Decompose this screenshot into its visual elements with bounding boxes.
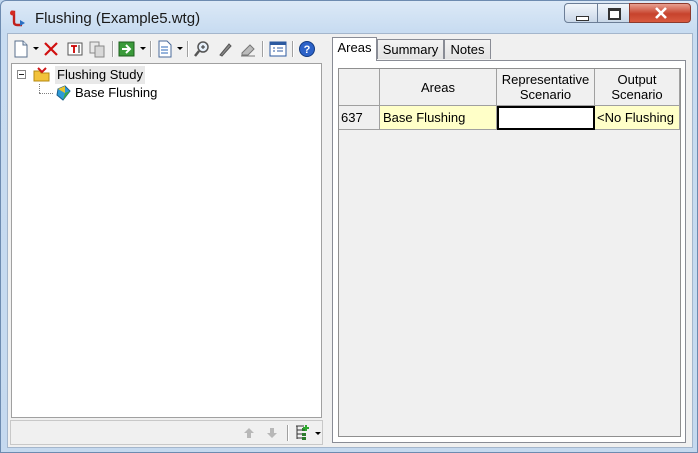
compute-icon[interactable] [118, 40, 136, 58]
cell-area-name[interactable]: Base Flushing [380, 106, 497, 130]
toolbar-separator [187, 41, 189, 57]
maximize-icon [608, 8, 621, 20]
tab-notes[interactable]: Notes [444, 39, 491, 59]
zoom-icon[interactable] [193, 40, 211, 58]
tree-connector [39, 84, 40, 93]
duplicate-icon[interactable] [88, 40, 106, 58]
help-icon[interactable]: ? [298, 40, 316, 58]
representative-scenario-cell[interactable] [497, 106, 595, 130]
tree-bottom-bar [10, 420, 323, 445]
close-button[interactable] [629, 3, 691, 23]
move-up-icon[interactable] [243, 427, 255, 439]
right-panel: Areas Summary Notes Areas Representative… [330, 36, 690, 445]
scenario-icon [56, 85, 71, 101]
new-icon[interactable] [12, 40, 30, 58]
toolbar-separator [150, 41, 152, 57]
move-down-icon[interactable] [266, 427, 278, 439]
flushing-app-icon [10, 10, 25, 27]
tree-toolbar: ? [10, 36, 323, 62]
erase-icon[interactable] [239, 40, 257, 58]
title-bar[interactable]: Flushing (Example5.wtg) [1, 1, 697, 35]
rename-icon[interactable] [66, 40, 84, 58]
compute-dropdown-arrow[interactable] [140, 47, 146, 50]
svg-text:?: ? [304, 44, 311, 56]
left-panel: ? Flushing Study Base Flushing [10, 36, 323, 445]
tab-areas[interactable]: Areas [332, 37, 377, 61]
toolbar-separator [292, 41, 294, 57]
column-header-output-scenario[interactable]: Output Scenario [595, 69, 680, 106]
tree-options-icon[interactable] [294, 424, 312, 442]
client-area: ? Flushing Study Base Flushing Areas Sum… [7, 33, 693, 448]
report-icon[interactable] [156, 40, 174, 58]
flushing-tree[interactable]: Flushing Study Base Flushing [11, 63, 322, 418]
delete-icon[interactable] [42, 40, 60, 58]
toolbar-separator [112, 41, 114, 57]
edit-icon[interactable] [216, 40, 234, 58]
study-folder-icon [33, 67, 50, 82]
row-header-id[interactable]: 637 [339, 106, 380, 130]
toolbar-separator [262, 41, 264, 57]
minimize-button[interactable] [564, 3, 598, 23]
column-header-representative-scenario[interactable]: Representative Scenario [497, 69, 595, 106]
tree-item-label: Flushing Study [55, 66, 145, 84]
tree-item-base-flushing[interactable]: Base Flushing [56, 84, 186, 102]
output-scenario-cell[interactable]: <No Flushing [595, 106, 680, 130]
window-title: Flushing (Example5.wtg) [35, 10, 201, 27]
areas-tab-panel: Areas Representative Scenario Output Sce… [332, 60, 686, 443]
tree-item-label: Base Flushing [75, 85, 158, 100]
tree-connector [39, 93, 53, 94]
tree-item-flushing-study[interactable]: Flushing Study [17, 66, 157, 84]
tree-expander[interactable] [17, 70, 26, 79]
new-dropdown-arrow[interactable] [33, 47, 39, 50]
panel-splitter[interactable] [325, 36, 329, 445]
areas-grid[interactable]: Areas Representative Scenario Output Sce… [338, 68, 681, 437]
column-header-areas[interactable]: Areas [380, 69, 497, 106]
properties-icon[interactable] [269, 40, 287, 58]
maximize-button[interactable] [597, 3, 630, 23]
report-dropdown-arrow[interactable] [177, 47, 183, 50]
tree-options-dropdown-arrow[interactable] [315, 432, 321, 435]
flushing-window: Flushing (Example5.wtg) ? Flushing Study… [0, 0, 698, 453]
toolbar-separator [287, 425, 289, 441]
minimize-icon [576, 16, 589, 21]
tab-summary[interactable]: Summary [377, 39, 444, 59]
close-icon [655, 7, 667, 19]
grid-corner-header[interactable] [339, 69, 380, 106]
